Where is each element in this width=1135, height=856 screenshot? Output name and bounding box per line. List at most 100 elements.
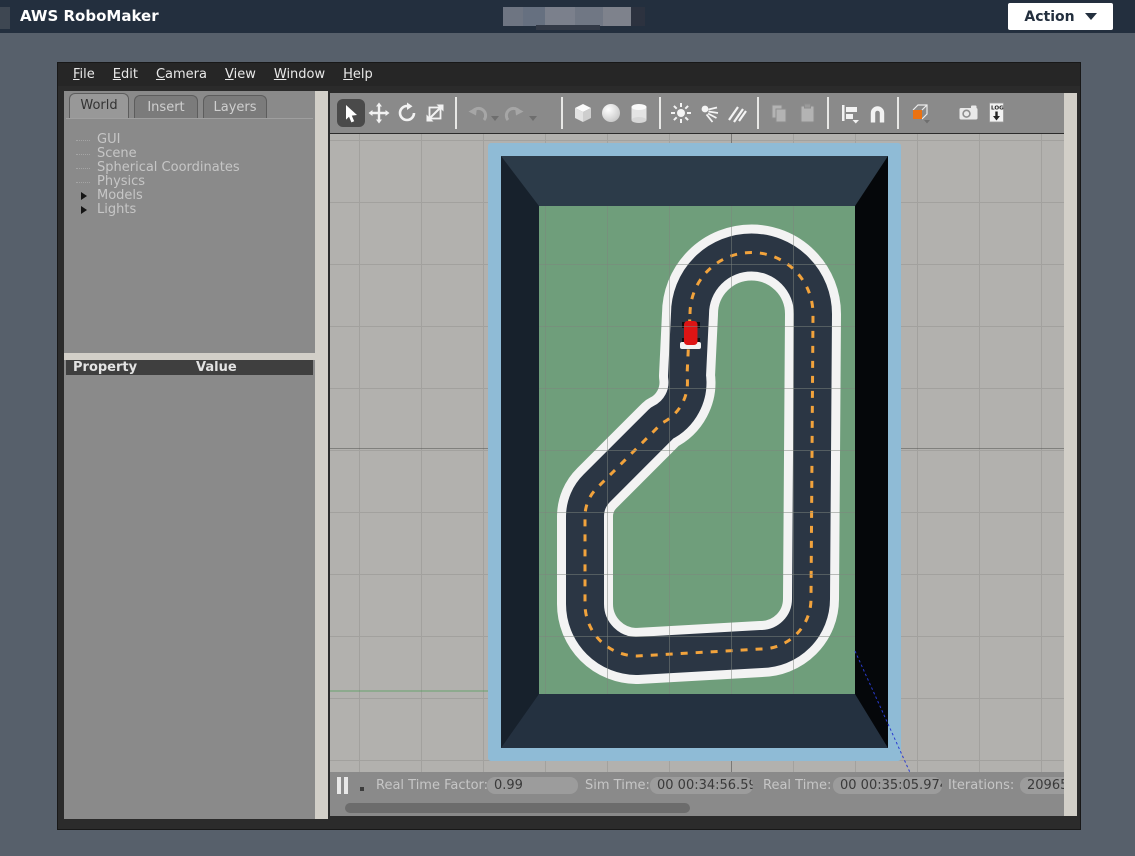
tree-item-spherical-coordinates[interactable]: Spherical Coordinates <box>66 161 313 175</box>
aws-console-header: AWS RoboMaker Action <box>0 0 1135 33</box>
tree-connector <box>76 154 90 155</box>
view-angle-button[interactable] <box>905 99 933 127</box>
value-column-header: Value <box>196 360 237 375</box>
tree-item-lights[interactable]: Lights <box>66 203 313 217</box>
tree-item-physics[interactable]: Physics <box>66 175 313 189</box>
paste-button[interactable] <box>793 99 821 127</box>
rotate-icon <box>396 102 418 124</box>
redo-button[interactable] <box>501 99 529 127</box>
arena-walls <box>501 156 888 748</box>
scrollbar-thumb[interactable] <box>345 803 690 813</box>
cube-icon <box>571 101 595 125</box>
arena-floor-grass <box>539 206 855 694</box>
world-grid-overlay <box>539 206 855 694</box>
insert-cylinder-button[interactable] <box>625 99 653 127</box>
panel-splitter[interactable] <box>64 353 315 360</box>
menu-edit[interactable]: Edit <box>104 65 147 84</box>
view-angle-cube-icon <box>906 100 932 126</box>
pause-button[interactable] <box>337 777 351 794</box>
tab-insert[interactable]: Insert <box>134 95 198 118</box>
tree-connector <box>76 168 90 169</box>
menu-view[interactable]: View <box>216 65 265 84</box>
copy-icon <box>768 102 790 124</box>
tab-layers[interactable]: Layers <box>203 95 267 118</box>
menu-help[interactable]: Help <box>334 65 382 84</box>
horizontal-scrollbar[interactable] <box>330 800 1064 816</box>
tree-item-label: Scene <box>97 146 137 161</box>
tree-item-label: Lights <box>97 202 136 217</box>
tab-world[interactable]: World <box>69 93 129 118</box>
race-track-arena <box>488 143 901 761</box>
menu-file[interactable]: File <box>64 65 104 84</box>
align-icon <box>838 102 860 124</box>
chevron-down-icon <box>1085 13 1097 20</box>
header-corner-decoration <box>0 7 10 29</box>
copy-button[interactable] <box>765 99 793 127</box>
menu-camera[interactable]: Camera <box>147 65 216 84</box>
log-record-button[interactable]: LOG <box>983 99 1011 127</box>
select-tool-button[interactable] <box>337 99 365 127</box>
expand-arrow-icon[interactable] <box>81 206 87 214</box>
tree-item-gui[interactable]: GUI <box>66 133 313 147</box>
world-tree: GUI Scene Spherical Coordinates Physics … <box>66 118 313 353</box>
gazebo-toolbar: LOG <box>330 93 1064 133</box>
move-icon <box>367 101 391 125</box>
sim-time-value: 00 00:34:56.598 <box>650 777 753 794</box>
iterations-value: 20965 <box>1020 777 1064 794</box>
simulation-status-bar: Real Time Factor: 0.99 Sim Time: 00 00:3… <box>330 772 1064 800</box>
log-icon: LOG <box>985 101 1009 125</box>
redacted-text-secondary <box>536 25 600 30</box>
tree-item-scene[interactable]: Scene <box>66 147 313 161</box>
toolbar-separator <box>455 97 457 129</box>
translate-tool-button[interactable] <box>365 99 393 127</box>
insert-box-button[interactable] <box>569 99 597 127</box>
sphere-icon <box>600 102 622 124</box>
redo-history-caret[interactable] <box>529 116 537 121</box>
insert-sphere-button[interactable] <box>597 99 625 127</box>
step-button[interactable] <box>360 787 364 791</box>
toolbar-separator <box>561 97 563 129</box>
property-table-body <box>66 375 313 817</box>
rotate-tool-button[interactable] <box>393 99 421 127</box>
property-table-header: Property Value <box>66 360 313 375</box>
gazebo-window: File Edit Camera View Window Help World … <box>57 62 1081 830</box>
redo-icon <box>503 101 527 125</box>
menu-bar: File Edit Camera View Window Help <box>58 63 1080 86</box>
tree-item-label: GUI <box>97 132 120 147</box>
undo-button[interactable] <box>463 99 491 127</box>
directional-light-icon <box>726 102 748 124</box>
spot-light-icon <box>698 102 720 124</box>
world-panel: World Insert Layers GUI Scene Spherical … <box>64 91 315 819</box>
action-menu-button[interactable]: Action <box>1008 3 1113 30</box>
sim-time-label: Sim Time: <box>585 778 650 793</box>
scale-tool-button[interactable] <box>421 99 449 127</box>
real-time-value: 00 00:35:05.974 <box>833 777 942 794</box>
panel-resize-splitter[interactable] <box>315 91 328 819</box>
screenshot-button[interactable] <box>955 99 983 127</box>
toolbar-separator <box>659 97 661 129</box>
tree-item-label: Spherical Coordinates <box>97 160 240 175</box>
toolbar-separator <box>757 97 759 129</box>
expand-arrow-icon[interactable] <box>81 192 87 200</box>
point-light-button[interactable] <box>667 99 695 127</box>
camera-icon <box>957 101 981 125</box>
snap-button[interactable] <box>863 99 891 127</box>
undo-history-caret[interactable] <box>491 116 499 121</box>
property-column-header: Property <box>73 360 137 375</box>
select-arrow-icon <box>340 102 362 124</box>
directional-light-button[interactable] <box>723 99 751 127</box>
align-button[interactable] <box>835 99 863 127</box>
redacted-text <box>503 7 645 26</box>
log-icon-label: LOG <box>991 106 1004 112</box>
spot-light-button[interactable] <box>695 99 723 127</box>
real-time-factor-label: Real Time Factor: <box>376 778 488 793</box>
cylinder-icon <box>628 102 650 124</box>
right-scroll-strip[interactable] <box>1064 93 1077 816</box>
tree-connector <box>76 182 90 183</box>
tree-item-models[interactable]: Models <box>66 189 313 203</box>
menu-window[interactable]: Window <box>265 65 334 84</box>
undo-icon <box>465 101 489 125</box>
iterations-label: Iterations: <box>948 778 1014 793</box>
3d-viewport[interactable] <box>330 134 1064 772</box>
app-title: AWS RoboMaker <box>20 0 159 33</box>
